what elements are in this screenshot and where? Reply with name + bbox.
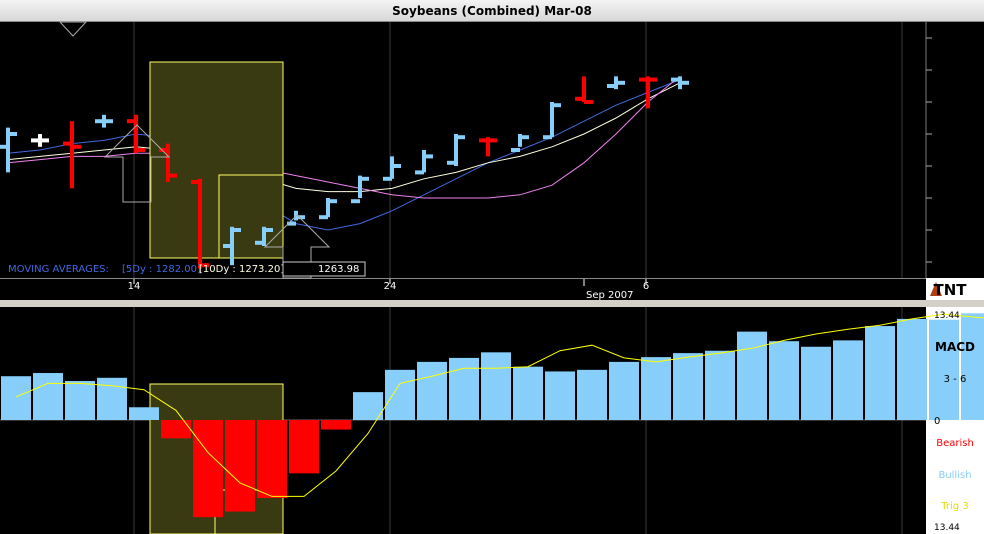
macd-bar-2 [65,380,95,420]
ma5-value: [5Dy : 1282.00] [122,264,201,275]
macd-bar-9 [289,420,319,474]
x-tick-label-0: 14 [128,281,141,292]
macd-bar-20 [641,357,671,420]
macd-bar-4 [129,407,159,420]
macd-top-label: 13.44 [934,311,960,321]
macd-bar-3 [97,377,127,420]
month-label: Sep 2007 [586,290,633,301]
macd-bar-24 [769,341,799,420]
macd-bar-18 [577,369,607,420]
macd-bar-26 [833,340,863,420]
macd-bar-14 [449,357,479,420]
macd-bar-28 [897,318,927,420]
macd-bar-8 [257,420,287,499]
macd-bar-30 [961,313,984,420]
logo-text: TNT [933,281,967,299]
macd-bar-25 [801,346,831,420]
chart-canvas: TNT 14 24 6 MOVING AVERAGES: [5Dy : 1282.0… [0,21,984,534]
macd-bottom-label: 13.44 [934,523,960,533]
x-tick-label-2: 6 [643,281,649,292]
macd-bar-23 [737,331,767,420]
macd-bar-17 [545,371,575,420]
price-axis-area [926,22,984,278]
macd-bar-15 [481,352,511,420]
macd-bar-7 [225,420,255,512]
macd-bar-11 [353,392,383,420]
x-tick-label-1: 24 [384,281,397,292]
macd-bar-6 [193,420,223,518]
macd-bar-16 [513,366,543,420]
macd-mid-label: 3 - 6 [944,374,967,385]
legend-bearish: Bearish [936,438,974,449]
macd-bar-19 [609,361,639,420]
macd-bar-13 [417,361,447,420]
macd-bar-21 [673,353,703,420]
macd-title: MACD [935,340,975,354]
ma10-value: [10Dy : 1273.20] [199,264,284,275]
macd-bar-12 [385,369,415,420]
macd-bar-5 [161,420,191,439]
macd-zero-label: 0 [934,416,940,427]
ma-label: MOVING AVERAGES: [8,264,109,275]
macd-bar-10 [321,420,351,430]
macd-bar-27 [865,326,895,420]
legend-bullish: Bullish [938,470,971,481]
macd-bar-29 [929,319,959,420]
macd-bar-1 [33,373,63,420]
last-price-value: 1263.98 [318,264,359,275]
panel-separator[interactable] [0,300,984,307]
macd-bar-0 [1,376,31,420]
macd-bar-22 [705,350,735,420]
legend-signal: Trig 3 [940,501,968,512]
